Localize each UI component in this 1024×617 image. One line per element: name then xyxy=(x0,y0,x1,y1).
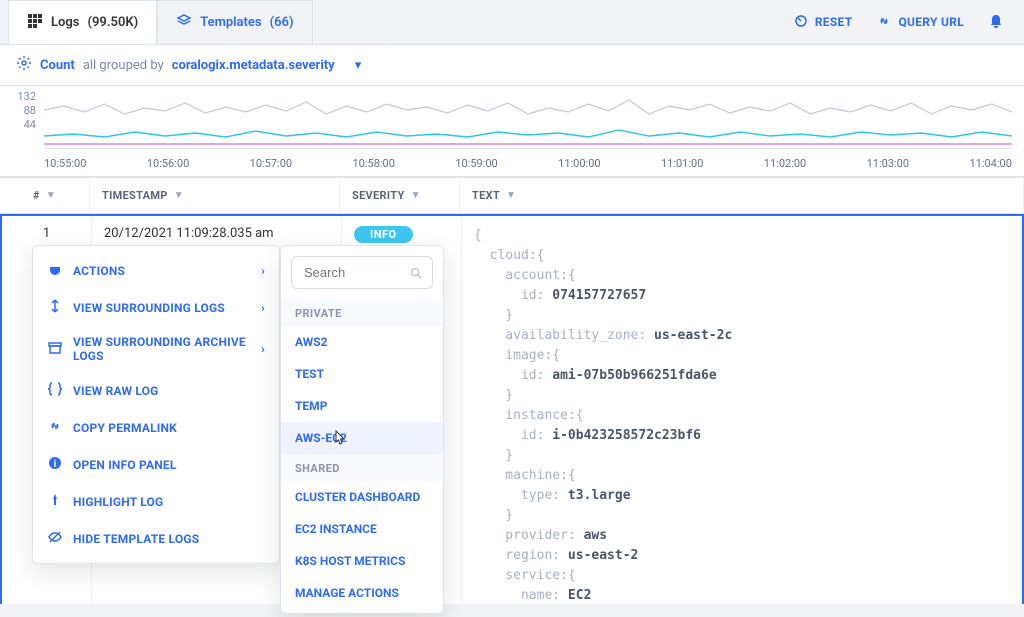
alerts-button[interactable] xyxy=(976,13,1016,32)
col-severity[interactable]: SEVERITY▼ xyxy=(340,178,460,213)
eye-off-icon xyxy=(47,529,63,548)
cursor-pointer-icon xyxy=(330,429,348,449)
bell-icon xyxy=(988,13,1004,32)
yaxis: 1328844 xyxy=(6,90,36,132)
query-url-button[interactable]: QUERY URL xyxy=(864,13,976,32)
highlight-icon xyxy=(47,492,63,511)
chevron-right-icon: › xyxy=(261,301,265,315)
aggregation-count[interactable]: Count xyxy=(40,58,75,73)
ctx-hide-template[interactable]: HIDE TEMPLATE LOGS xyxy=(33,520,279,557)
expand-vertical-icon xyxy=(47,298,63,317)
reset-button[interactable]: RESET xyxy=(781,13,865,32)
tab-templates-count: (66) xyxy=(270,15,294,30)
chart-svg xyxy=(44,92,1012,148)
archive-icon xyxy=(47,340,63,359)
chevron-down-icon[interactable]: ▾ xyxy=(355,58,362,73)
col-text[interactable]: TEXT▼ xyxy=(460,178,1024,213)
groupby-bar: Count all grouped by coralogix.metadata.… xyxy=(0,44,1024,86)
layers-icon xyxy=(176,13,192,33)
xaxis: 10:55:0010:56:0010:57:0010:58:0010:59:00… xyxy=(44,148,1012,170)
search-icon xyxy=(409,266,423,280)
topbar: Logs (99.50K) Templates (66) RESET QUERY… xyxy=(0,0,1024,44)
severity-badge: INFO xyxy=(354,226,413,243)
svg-text:i: i xyxy=(54,459,57,470)
link-icon xyxy=(876,13,892,32)
plug-icon xyxy=(47,261,63,280)
table-header: #▼ TIMESTAMP▼ SEVERITY▼ TEXT▼ xyxy=(0,176,1024,214)
grid-icon xyxy=(27,13,43,33)
ctx-highlight[interactable]: HIGHLIGHT LOG xyxy=(33,483,279,520)
ctx-surrounding-archive[interactable]: VIEW SURROUNDING ARCHIVE LOGS› xyxy=(33,326,279,372)
tab-templates[interactable]: Templates (66) xyxy=(157,0,312,44)
submenu-item-aws-ec2[interactable]: AWS-EC2 xyxy=(281,422,443,454)
ctx-surrounding-logs[interactable]: VIEW SURROUNDING LOGS› xyxy=(33,289,279,326)
tab-logs-label: Logs xyxy=(51,15,79,30)
reset-icon xyxy=(793,13,809,32)
chevron-right-icon: › xyxy=(261,342,265,356)
submenu-manage-actions[interactable]: MANAGE ACTIONS xyxy=(281,577,443,609)
submenu-item-ec2-instance[interactable]: EC2 INSTANCE xyxy=(281,513,443,545)
link-icon xyxy=(47,418,63,437)
context-menu: ACTIONS› VIEW SURROUNDING LOGS› VIEW SUR… xyxy=(32,245,280,564)
ctx-open-info[interactable]: iOPEN INFO PANEL xyxy=(33,446,279,483)
groupby-field[interactable]: coralogix.metadata.severity xyxy=(172,58,335,73)
info-icon: i xyxy=(47,455,63,474)
submenu-item-temp[interactable]: TEMP xyxy=(281,390,443,422)
submenu-item-test[interactable]: TEST xyxy=(281,358,443,390)
submenu-item-cluster-dashboard[interactable]: CLUSTER DASHBOARD xyxy=(281,481,443,513)
submenu-section-shared: SHARED xyxy=(281,454,443,481)
submenu-section-private: PRIVATE xyxy=(281,299,443,326)
actions-submenu: PRIVATE AWS2 TEST TEMP AWS-EC2 SHARED CL… xyxy=(280,245,444,614)
ctx-view-raw[interactable]: VIEW RAW LOG xyxy=(33,372,279,409)
grouped-by-text: all grouped by xyxy=(83,58,164,73)
log-json: { cloud:{ account:{ id: 074157727657 } a… xyxy=(474,226,1009,606)
submenu-item-aws2[interactable]: AWS2 xyxy=(281,326,443,358)
timeline-chart: 1328844 10:55:0010:56:0010:57:0010:58:00… xyxy=(0,86,1024,176)
tab-logs-count: (99.50K) xyxy=(87,15,138,30)
col-num[interactable]: #▼ xyxy=(0,178,90,213)
tab-logs[interactable]: Logs (99.50K) xyxy=(8,0,157,44)
submenu-item-k8s-host-metrics[interactable]: K8S HOST METRICS xyxy=(281,545,443,577)
ctx-actions[interactable]: ACTIONS› xyxy=(33,252,279,289)
braces-icon xyxy=(47,381,63,400)
submenu-search xyxy=(291,256,433,289)
ctx-copy-permalink[interactable]: COPY PERMALINK xyxy=(33,409,279,446)
tab-templates-label: Templates xyxy=(200,15,261,30)
settings-icon[interactable] xyxy=(16,55,32,75)
col-timestamp[interactable]: TIMESTAMP▼ xyxy=(90,178,340,213)
row-text: { cloud:{ account:{ id: 074157727657 } a… xyxy=(462,216,1022,604)
chevron-right-icon: › xyxy=(261,264,265,278)
